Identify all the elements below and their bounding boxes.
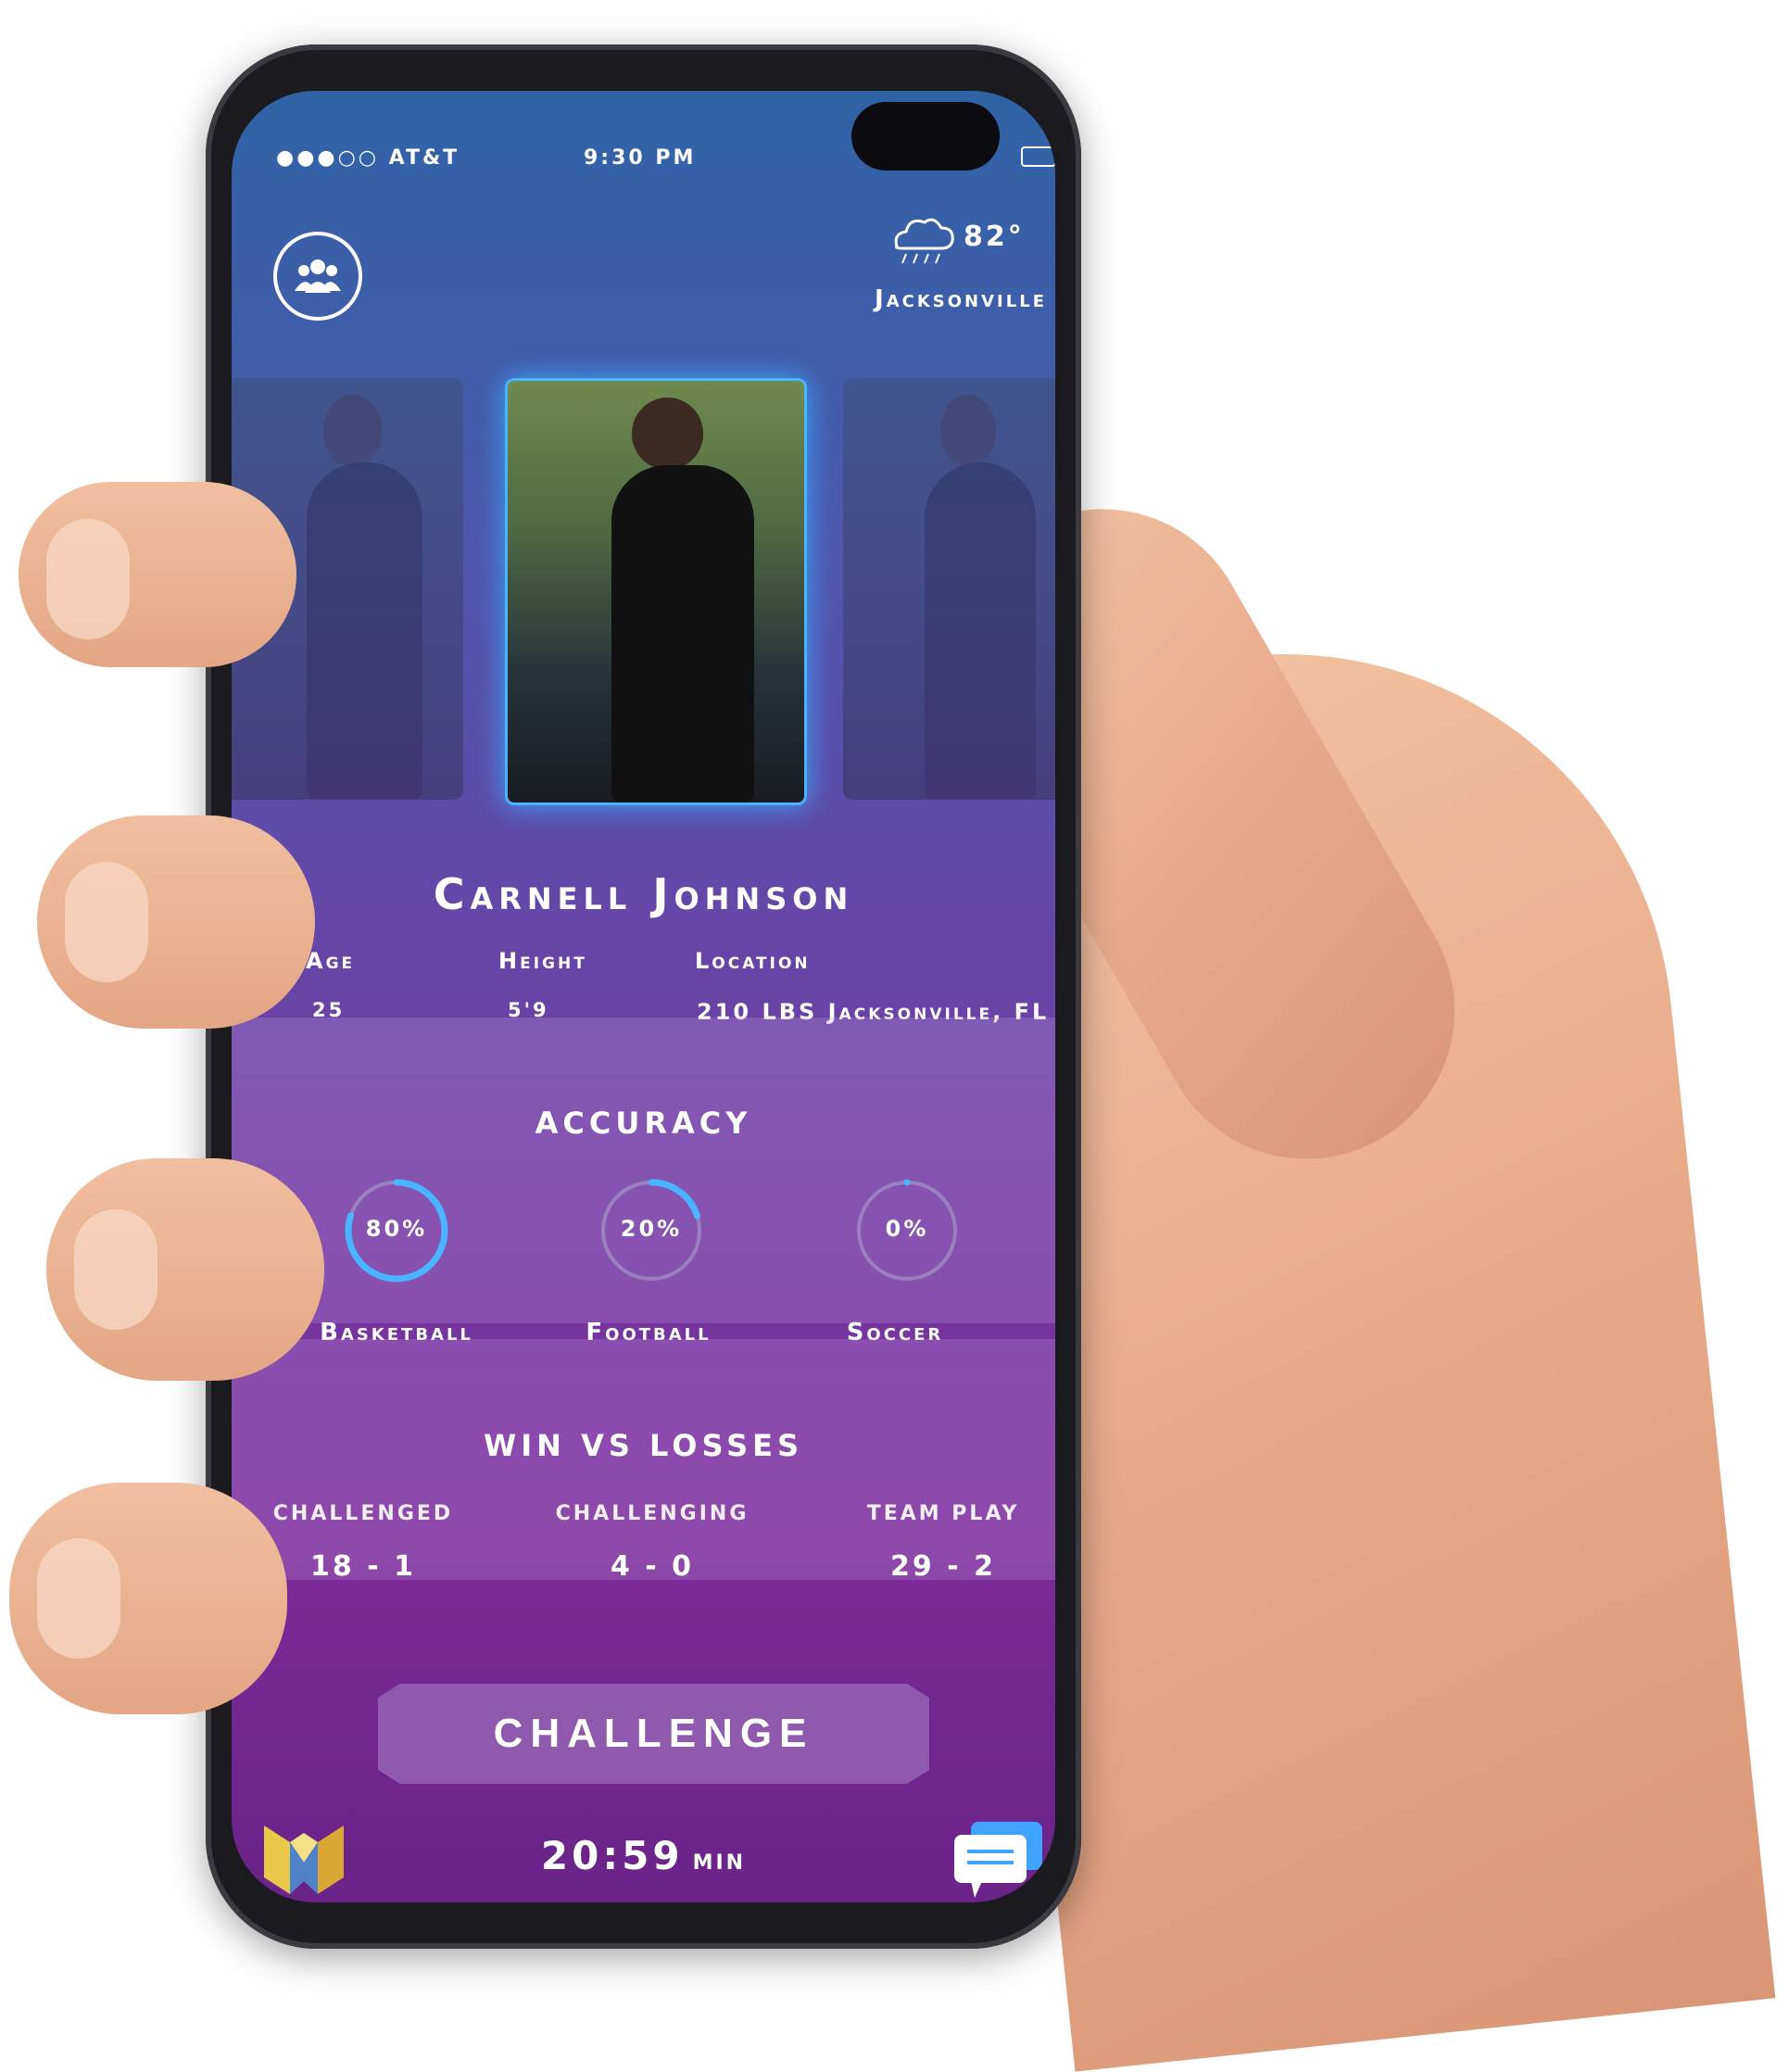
player-name: Carnell Johnson [433,869,854,919]
record-title: WIN VS LOSSES [483,1428,804,1463]
accuracy-percent: 20% [620,1216,683,1242]
weather-city: Jacksonville [875,285,1047,313]
player-photo-head [323,395,382,467]
record-label-challenged: CHALLENGED [272,1502,454,1525]
fingernail [74,1209,157,1330]
accuracy-percent: 80% [365,1216,428,1242]
fingernail [37,1538,120,1659]
accuracy-ring-basketball: 80% [339,1173,454,1288]
hand-finger-ring [46,1158,324,1381]
fingernail [65,862,148,982]
accuracy-percent: 0% [885,1216,929,1242]
fingernail [46,519,130,639]
countdown-timer: 20:59 MIN [232,1833,1055,1878]
app-screen: ●●●○○ AT&T 9:30 PM 82° Jacksonville Carn… [232,91,1055,1902]
hand-finger-index [19,482,296,667]
timer-value: 20:59 [540,1833,684,1878]
location-label: Location [695,948,811,974]
player-photo-body [924,462,1036,800]
accuracy-title: ACCURACY [535,1105,752,1141]
challenge-button[interactable]: CHALLENGE [378,1684,929,1784]
player-photo-body [307,462,422,800]
carousel-card-next[interactable] [843,378,1055,800]
hand-finger-middle [37,815,315,1029]
height-label: Height [498,948,587,974]
app-logo-icon[interactable] [264,1826,344,1894]
record-value-team-play: 29 - 2 [890,1550,996,1583]
timer-unit: MIN [692,1851,747,1875]
player-photo-head [632,398,704,470]
carousel-card-current[interactable] [505,378,807,805]
record-label-team-play: TEAM PLAY [866,1502,1020,1525]
accuracy-ring-soccer: 0% [850,1173,964,1288]
hand-finger-little [9,1483,287,1714]
clock-status: 9:30 PM [584,146,697,170]
player-photo-body [611,465,754,802]
player-photo-head [940,395,996,467]
team-button[interactable] [273,232,362,321]
chat-icon[interactable] [954,1822,1042,1901]
age-label: Age [306,948,356,974]
carrier-status: ●●●○○ AT&T [276,146,460,170]
temperature: 82° [964,221,1025,253]
phone-device: ●●●○○ AT&T 9:30 PM 82° Jacksonville Carn… [206,44,1081,1949]
camera-cutout [851,102,1000,171]
record-value-challenging: 4 - 0 [610,1550,695,1583]
team-icon [295,259,341,293]
record-label-challenging: CHALLENGING [555,1502,750,1525]
battery-icon [1021,146,1055,167]
accuracy-ring-football: 20% [594,1173,709,1288]
